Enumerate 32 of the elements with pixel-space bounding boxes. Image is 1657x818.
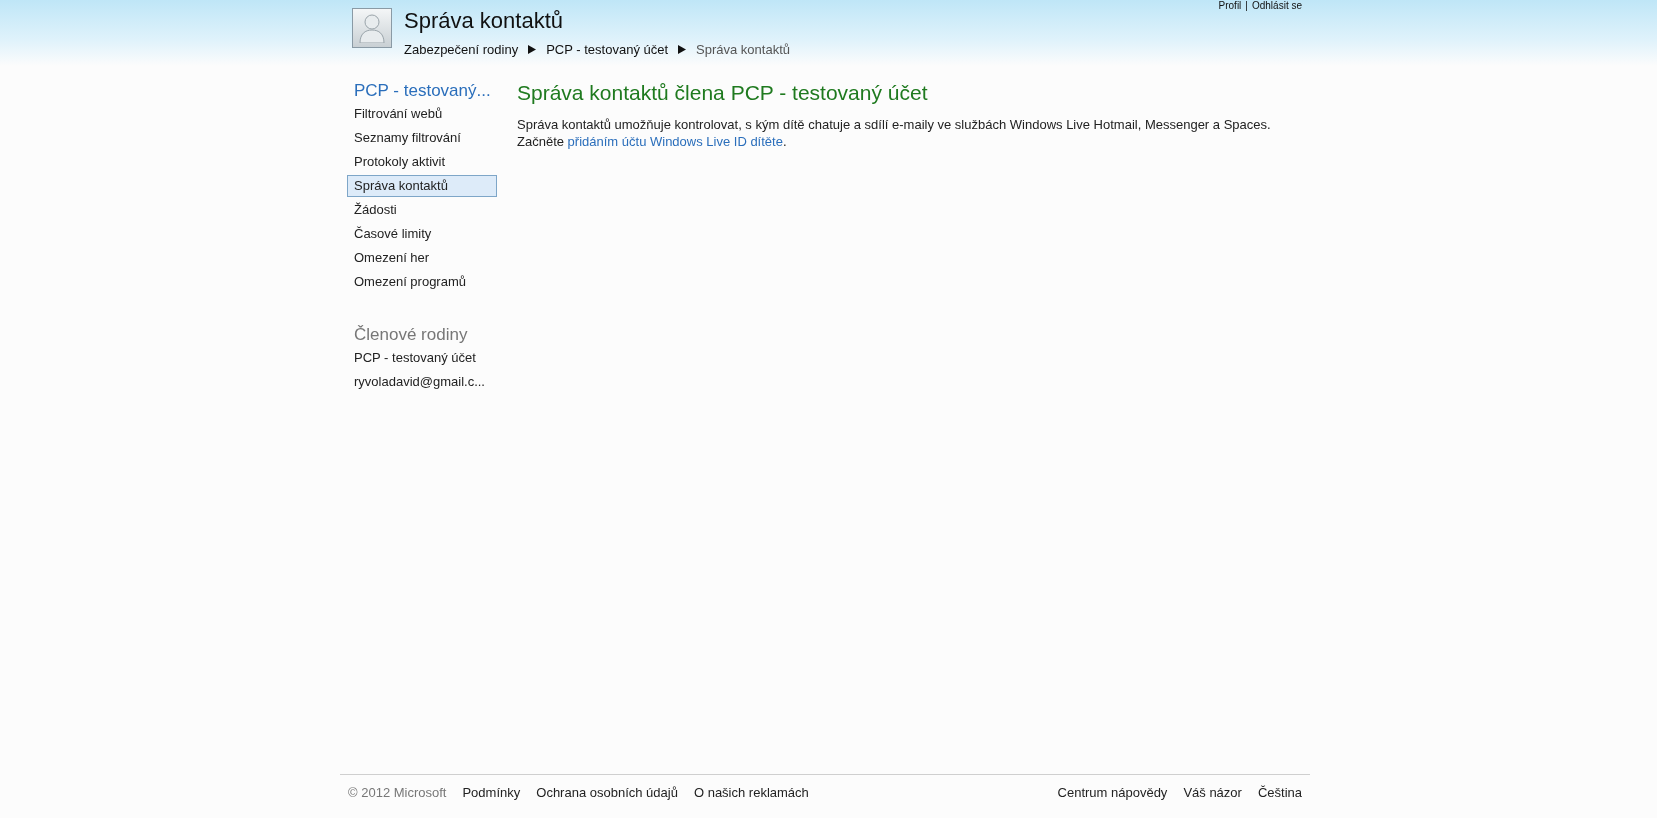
family-member-link[interactable]: ryvoladavid@gmail.c... <box>347 371 497 393</box>
add-account-link[interactable]: přidáním účtu Windows Live ID dítěte <box>567 134 783 149</box>
breadcrumb-link[interactable]: Správa kontaktů <box>696 42 790 57</box>
breadcrumb-link[interactable]: PCP - testovaný účet <box>546 42 669 57</box>
section-heading: Správa kontaktů člena PCP - testovaný účet <box>517 80 929 106</box>
sidebar-section-title: Členové rodiny <box>353 324 469 346</box>
sidebar-item[interactable]: Seznamy filtrování <box>347 127 497 149</box>
footer-link[interactable]: Čeština <box>1257 785 1302 818</box>
description-text: Správa kontaktů umožňuje kontrolovat, s kým dítě chatuje a sdílí e-maily ve službách Windows Live Hotmail, Messenger a Spaces. Začněte přidáním účtu Windows Live ID dítěte. <box>517 116 1272 150</box>
sidebar-item[interactable]: Protokoly aktivit <box>347 151 497 173</box>
sidebar-title: PCP - testovaný... <box>353 80 492 102</box>
footer-link[interactable]: Podmínky <box>462 785 521 818</box>
footer-link[interactable]: Centrum nápovědy <box>1057 785 1168 818</box>
page-title: Správa kontaktů <box>404 8 564 34</box>
account-link[interactable]: Odhlásit se <box>1251 0 1302 11</box>
sidebar-item[interactable]: Filtrování webů <box>347 103 497 125</box>
footer-link[interactable]: Ochrana osobních údajů <box>536 785 678 818</box>
sidebar-item[interactable]: Omezení programů <box>347 271 497 293</box>
sidebar-item[interactable]: Časové limity <box>347 223 497 245</box>
sidebar-item[interactable]: Omezení her <box>347 247 497 269</box>
sidebar-item[interactable]: Žádosti <box>347 199 497 221</box>
breadcrumb-arrow-icon <box>528 45 537 54</box>
user-avatar-icon <box>352 8 392 48</box>
sidebar-item[interactable]: Správa kontaktů <box>347 175 497 197</box>
footer-link[interactable]: Váš názor <box>1183 785 1242 818</box>
breadcrumb-link[interactable]: Zabezpečení rodiny <box>404 42 519 57</box>
copyright-text: © 2012 Microsoft <box>348 785 447 802</box>
breadcrumb-arrow-icon <box>678 45 687 54</box>
separator: | <box>1245 0 1248 11</box>
account-link[interactable]: Profil <box>1218 0 1242 11</box>
footer-link[interactable]: O našich reklamách <box>693 785 809 818</box>
family-member-link[interactable]: PCP - testovaný účet <box>347 347 497 369</box>
